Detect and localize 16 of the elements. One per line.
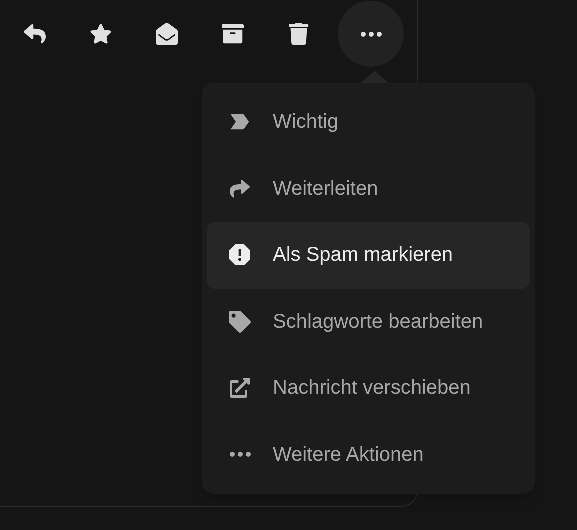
menu-item[interactable]: Weiterleiten xyxy=(207,156,530,222)
menu-item[interactable]: Nachricht verschieben xyxy=(207,355,530,422)
ellipsis-icon xyxy=(230,452,250,458)
open-envelope-icon xyxy=(156,23,178,45)
trash-icon xyxy=(288,23,310,45)
menu-item[interactable]: Wichtig xyxy=(207,89,530,156)
menu-item[interactable]: Schlagworte bearbeiten xyxy=(207,288,530,355)
menu-item[interactable]: Als Spam markieren xyxy=(207,222,530,288)
star-icon xyxy=(90,23,112,45)
reply-icon xyxy=(24,23,46,45)
move-box-icon xyxy=(230,378,250,398)
tag-icon xyxy=(229,310,251,333)
forward-arrow-icon xyxy=(230,178,250,199)
menu-item[interactable]: Weitere Aktionen xyxy=(207,422,530,488)
ellipsis-icon xyxy=(360,32,382,36)
archive-box-icon xyxy=(222,23,244,45)
